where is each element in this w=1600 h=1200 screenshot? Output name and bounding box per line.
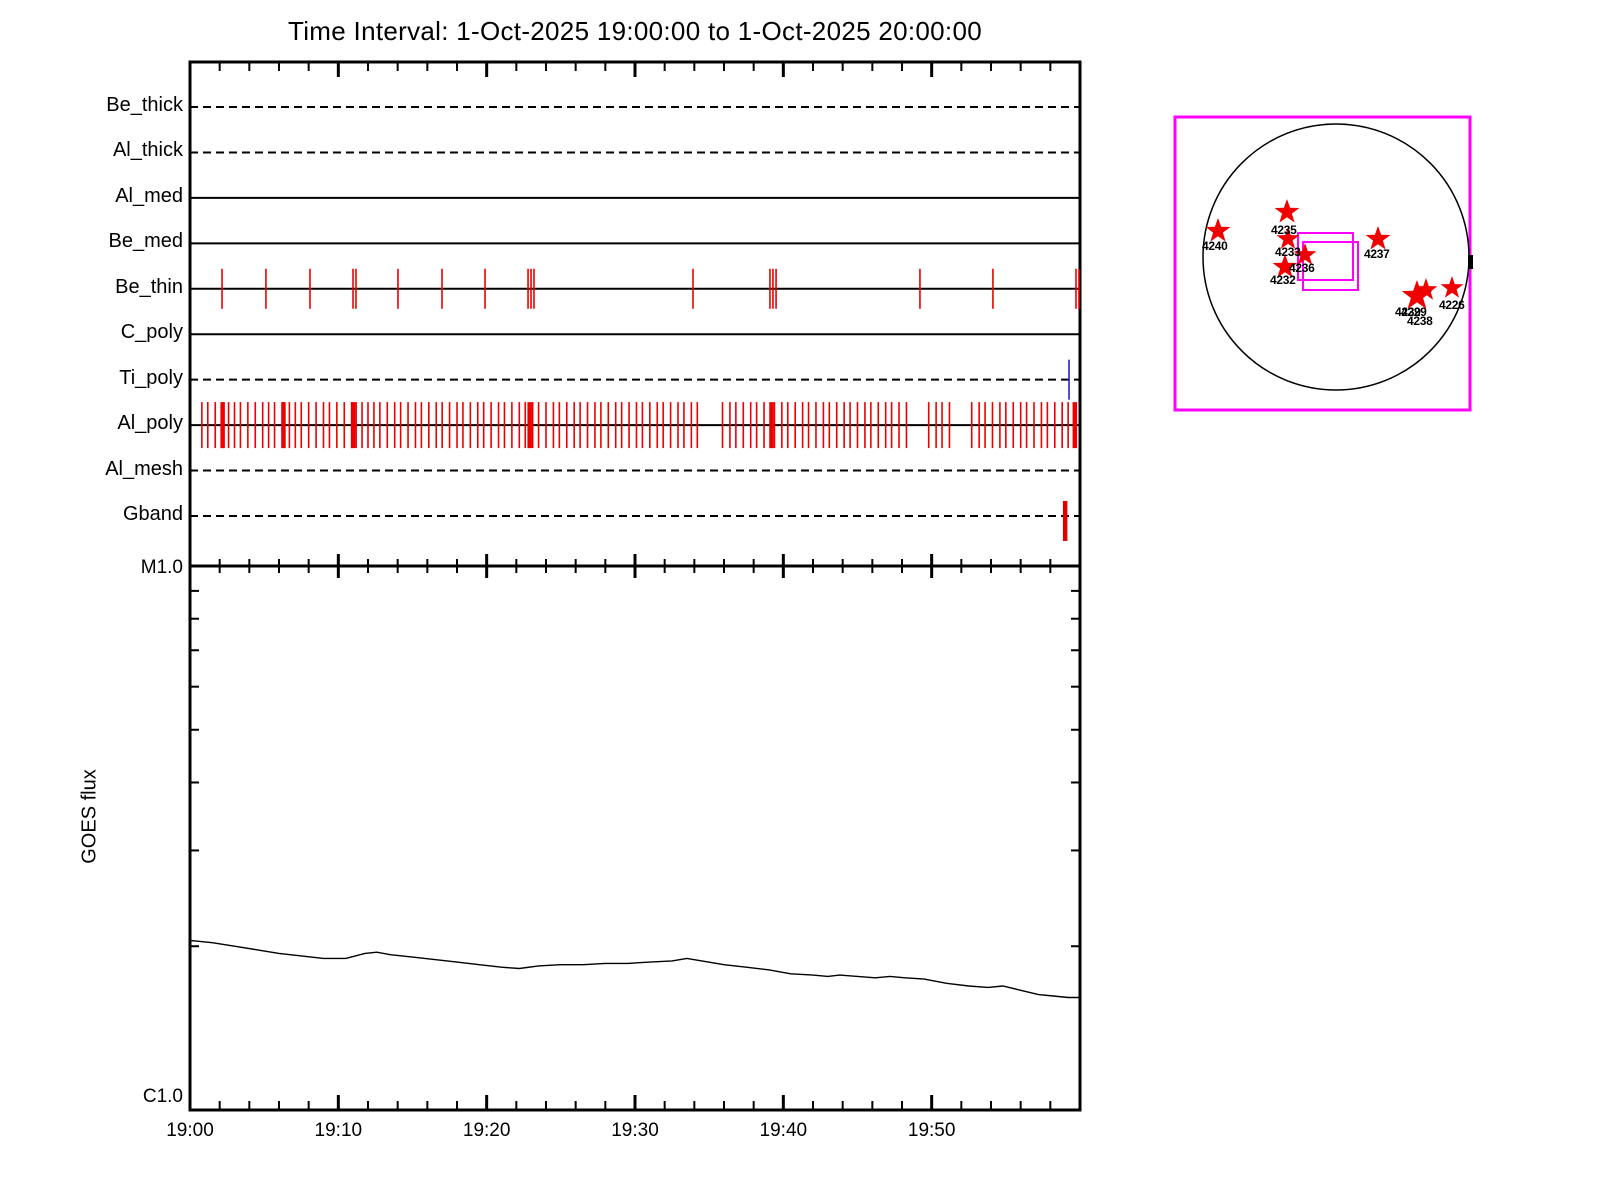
limb-edge-mark — [1468, 255, 1473, 269]
time-tick-label: 19:00 — [166, 1120, 214, 1141]
solar-limb-circle — [1202, 123, 1470, 391]
active-region-star — [1274, 199, 1300, 223]
filter-row-label: Al_mesh — [105, 457, 183, 480]
active-region-label: 4237 — [1364, 247, 1390, 261]
plot-canvas: Time Interval: 1-Oct-2025 19:00:00 to 1-… — [0, 0, 1600, 1200]
filter-row-label: Be_thin — [115, 275, 183, 298]
active-region-label: 4235 — [1271, 223, 1297, 237]
filter-timeline-rows — [190, 106, 1080, 541]
filter-row-label: Ti_poly — [119, 366, 183, 389]
active-region-label: 4240 — [1202, 239, 1228, 253]
active-region-star — [1365, 226, 1391, 250]
solar-disk-inset — [1173, 115, 1473, 412]
inset-border — [1173, 115, 1472, 412]
goes-y-ticks — [190, 589, 1080, 948]
filter-row-label: Be_med — [108, 230, 184, 253]
filter-row-label: Al_med — [115, 184, 183, 207]
goes-axis-title: GOES flux — [78, 769, 101, 864]
active-region-label: 4232 — [1270, 273, 1296, 287]
time-tick-label: 19:40 — [759, 1120, 808, 1141]
active-region-label: 4233 — [1275, 245, 1301, 259]
time-tick-label: 19:20 — [462, 1120, 511, 1141]
filter-row-label: C_poly — [120, 321, 183, 344]
active-region-label: 4238 — [1407, 314, 1433, 328]
time-tick-label: 19:50 — [907, 1120, 956, 1141]
active-region-star — [1205, 218, 1231, 242]
filter-row-label: Al_thick — [112, 139, 183, 162]
goes-ymax-label: M1.0 — [140, 557, 183, 578]
goes-ymin-label: C1.0 — [142, 1086, 183, 1107]
active-region-label: 4226 — [1439, 298, 1465, 312]
filter-row-label: Gband — [122, 502, 183, 525]
active-region-star — [1440, 276, 1464, 298]
time-tick-label: 19:10 — [314, 1120, 363, 1141]
plot-graphics — [188, 60, 1473, 1112]
panel-frames — [188, 60, 1082, 1112]
page-title: Time Interval: 1-Oct-2025 19:00:00 to 1-… — [288, 16, 982, 46]
time-tick-label: 19:30 — [611, 1120, 659, 1141]
goes-flux-curve — [189, 939, 1080, 999]
filter-row-label: Al_poly — [117, 412, 183, 435]
filter-row-label: Be_thick — [106, 94, 183, 116]
time-axis-ticks — [188, 62, 1082, 1110]
